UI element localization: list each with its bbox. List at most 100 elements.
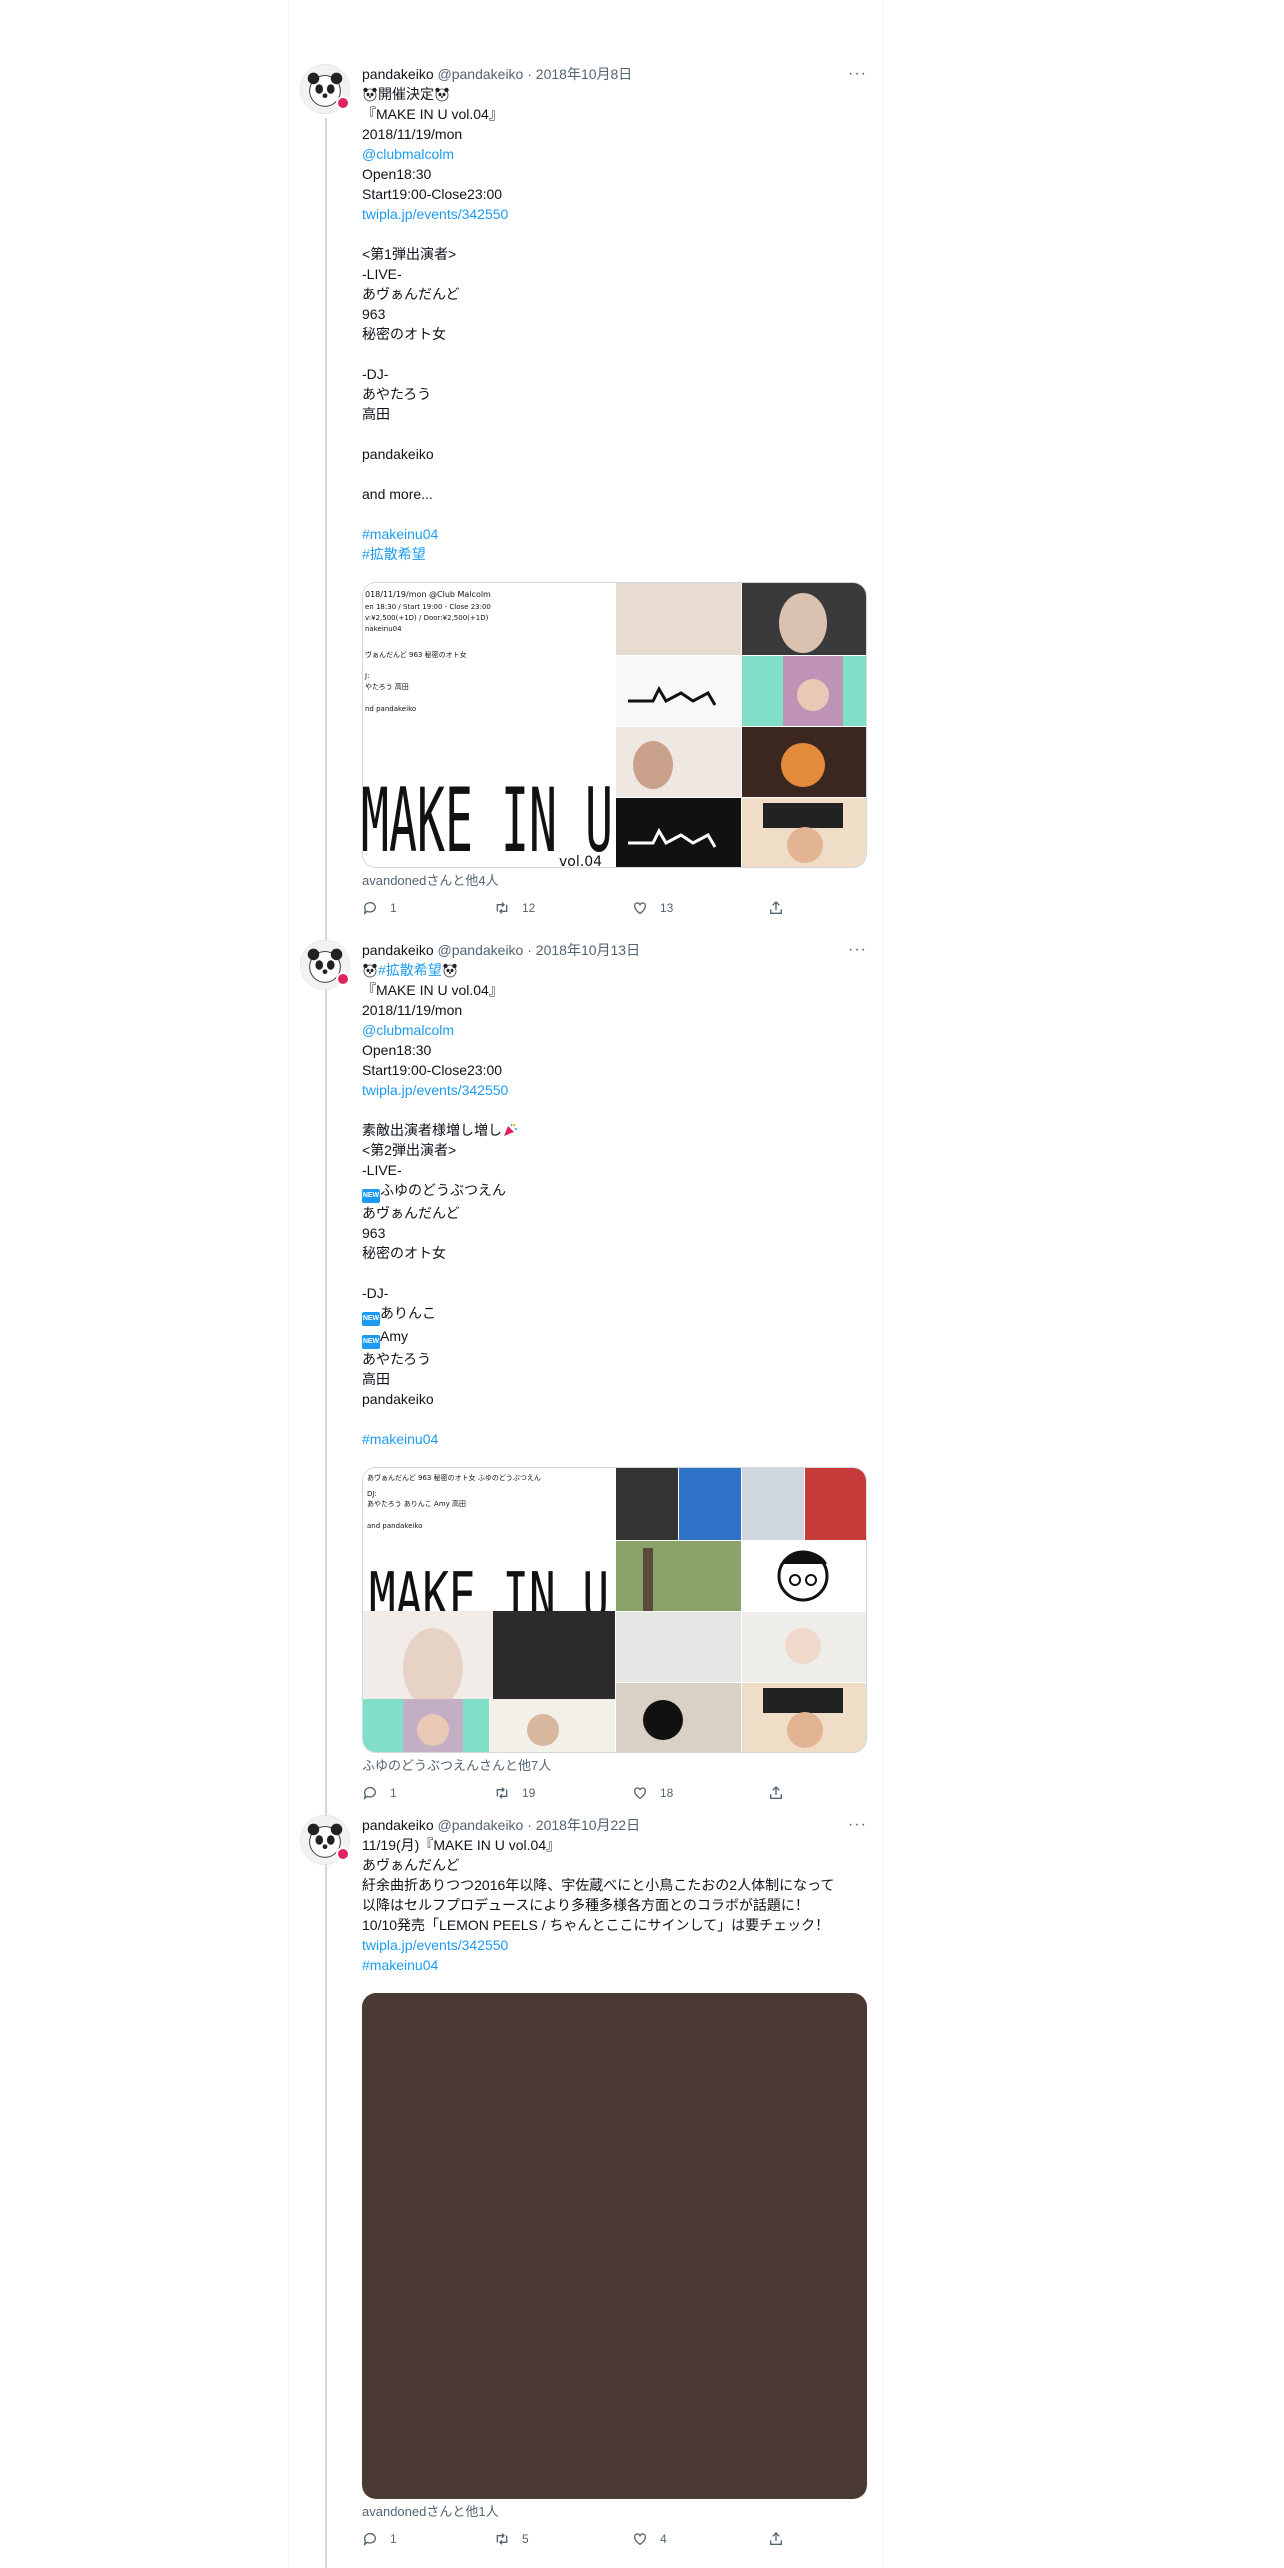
tweet-link[interactable]: twipla.jp/events/342550 (362, 206, 508, 222)
tweet-line: Start19:00-Close23:00 (362, 1060, 867, 1080)
tweet-line-text: and more... (362, 486, 433, 502)
tweet-line-text: あヴぁんだんど (362, 286, 460, 302)
like-count: 13 (660, 901, 674, 915)
tweet-line-text: 11/19(月)『MAKE IN U vol.04』 (362, 1837, 561, 1853)
share-button[interactable] (768, 2531, 784, 2547)
like-button[interactable]: 13 (632, 900, 673, 916)
retweet-icon (496, 2533, 508, 2545)
flyer-image: 018/11/19/mon @Club Malcolm en 18:30 / S… (363, 583, 866, 867)
tweet-link[interactable]: @clubmalcolm (362, 1022, 454, 1038)
new-tag-icon: NEW (362, 1189, 380, 1203)
tweet-line-text: 秘密のオト女 (362, 326, 446, 342)
more-icon[interactable]: ··· (848, 940, 867, 960)
tweet-line[interactable]: #拡散希望 (362, 960, 867, 980)
retweet-count: 12 (522, 901, 536, 915)
action-bar: 1 19 18 (362, 1785, 867, 1805)
tweet-line (362, 1100, 867, 1120)
tweet-line[interactable]: twipla.jp/events/342550 (362, 1935, 867, 1955)
reply-button[interactable]: 1 (362, 1785, 397, 1801)
tweet-line-text: pandakeiko (362, 1391, 434, 1407)
tweet-line: 2018/11/19/mon (362, 1000, 867, 1020)
tweet-line-text: Open18:30 (362, 166, 432, 182)
action-bar: 1 5 4 (362, 2531, 867, 2551)
share-button[interactable] (768, 1785, 784, 1801)
status-badge (336, 96, 350, 110)
tweet-text: #拡散希望 『MAKE IN U vol.04』 2018/11/19/mon @cl… (362, 960, 867, 1449)
retweet-button[interactable]: 12 (494, 900, 535, 916)
handle[interactable]: @pandakeiko (438, 942, 524, 958)
tweet-line[interactable]: @clubmalcolm (362, 1020, 867, 1040)
video-placeholder[interactable] (362, 1993, 867, 2499)
tweet-line[interactable]: twipla.jp/events/342550 (362, 1080, 867, 1100)
like-button[interactable]: 4 (632, 2531, 667, 2547)
tweet-content: pandakeiko @pandakeiko · 2018年10月13日 ···… (362, 940, 867, 1805)
share-button[interactable] (768, 900, 784, 916)
tweet-link[interactable]: #拡散希望 (378, 962, 442, 978)
like-count: 18 (660, 1786, 674, 1800)
tweet-line-text: -LIVE- (362, 266, 402, 282)
new-tag-icon: NEW (362, 1312, 380, 1326)
tweet-line-text: 以降はセルフプロデュースにより多種多様各方面とのコラボが話題に！ (362, 1897, 809, 1913)
tweet-link[interactable]: twipla.jp/events/342550 (362, 1937, 508, 1953)
tweet-link[interactable]: #makeinu04 (362, 1431, 438, 1447)
liked-by[interactable]: ふゆのどうぶつえんさんと他7人 (362, 1757, 867, 1775)
retweet-button[interactable]: 5 (494, 2531, 529, 2547)
tweet-line: 『MAKE IN U vol.04』 (362, 104, 867, 124)
tweet-line-text: 紆余曲折ありつつ2016年以降、宇佐蔵べにと小鳥こたおの2人体制になって (362, 1877, 835, 1893)
tweet-link[interactable]: #makeinu04 (362, 1957, 438, 1973)
display-name[interactable]: pandakeiko (362, 66, 434, 82)
timestamp[interactable]: 2018年10月8日 (536, 66, 633, 82)
tweet-line: 高田 (362, 404, 867, 424)
handle[interactable]: @pandakeiko (438, 66, 524, 82)
flyer-info-4: nakeinu04 (365, 625, 402, 633)
like-icon (634, 902, 646, 915)
tweet-line: 秘密のオト女 (362, 324, 867, 344)
tweet-line (362, 464, 867, 484)
like-icon (634, 1787, 646, 1800)
tweet-line[interactable]: #makeinu04 (362, 1955, 867, 1975)
tweet-media[interactable]: 018/11/19/mon @Club Malcolm en 18:30 / S… (362, 582, 867, 868)
timestamp[interactable]: 2018年10月13日 (536, 942, 640, 958)
tweet-line-text: 963 (362, 306, 386, 322)
tweet-line[interactable]: @clubmalcolm (362, 144, 867, 164)
tweet-content: pandakeiko @pandakeiko · 2018年10月22日 ···… (362, 1815, 867, 2551)
retweet-button[interactable]: 19 (494, 1785, 535, 1801)
reply-icon (363, 1787, 376, 1800)
tweet-line: Start19:00-Close23:00 (362, 184, 867, 204)
tweet-link[interactable]: twipla.jp/events/342550 (362, 1082, 508, 1098)
tweet-line[interactable]: #拡散希望 (362, 544, 867, 564)
tweet-line: Open18:30 (362, 164, 867, 184)
liked-by[interactable]: avandonedさんと他4人 (362, 872, 867, 890)
tweet-line[interactable]: #makeinu04 (362, 524, 867, 544)
more-icon[interactable]: ··· (848, 64, 867, 84)
liked-by[interactable]: avandonedさんと他1人 (362, 2503, 867, 2521)
tweet-link[interactable]: #makeinu04 (362, 526, 438, 542)
handle[interactable]: @pandakeiko (438, 1817, 524, 1833)
tweet-line (362, 224, 867, 244)
tweet-line[interactable]: twipla.jp/events/342550 (362, 204, 867, 224)
like-button[interactable]: 18 (632, 1785, 673, 1801)
more-icon[interactable]: ··· (848, 1815, 867, 1835)
tweet-line: あヴぁんだんど (362, 1203, 867, 1223)
reply-button[interactable]: 1 (362, 900, 397, 916)
reply-button[interactable]: 1 (362, 2531, 397, 2547)
reply-count: 1 (390, 2532, 397, 2546)
tweet-line: 963 (362, 304, 867, 324)
tweet-line[interactable]: #makeinu04 (362, 1429, 867, 1449)
flyer-info-8: nd pandakeiko (365, 705, 416, 713)
display-name[interactable]: pandakeiko (362, 942, 434, 958)
tweet-media[interactable] (362, 1993, 867, 2499)
reply-count: 1 (390, 1786, 397, 1800)
tweet-link[interactable]: @clubmalcolm (362, 146, 454, 162)
tweet-line: pandakeiko (362, 1389, 867, 1409)
tweet-link[interactable]: #拡散希望 (362, 546, 426, 562)
tweet-text: 11/19(月)『MAKE IN U vol.04』 あヴぁんだんど 紆余曲折ありつ… (362, 1835, 867, 1975)
tweet-media[interactable]: あヴぁんだんど 963 秘密のオト女 ふゆのどうぶつえん DJ: あやたろう あ… (362, 1467, 867, 1753)
flyer-info-2: DJ: (367, 1490, 377, 1498)
status-badge (336, 972, 350, 986)
flyer-info-3: v:¥2,500(+1D) / Door:¥2,500(+1D) (365, 614, 489, 622)
flyer-info-1: あヴぁんだんど 963 秘密のオト女 ふゆのどうぶつえん (367, 1473, 541, 1482)
tweet-header: pandakeiko @pandakeiko · 2018年10月8日 ··· (362, 64, 867, 84)
display-name[interactable]: pandakeiko (362, 1817, 434, 1833)
timestamp[interactable]: 2018年10月22日 (536, 1817, 640, 1833)
